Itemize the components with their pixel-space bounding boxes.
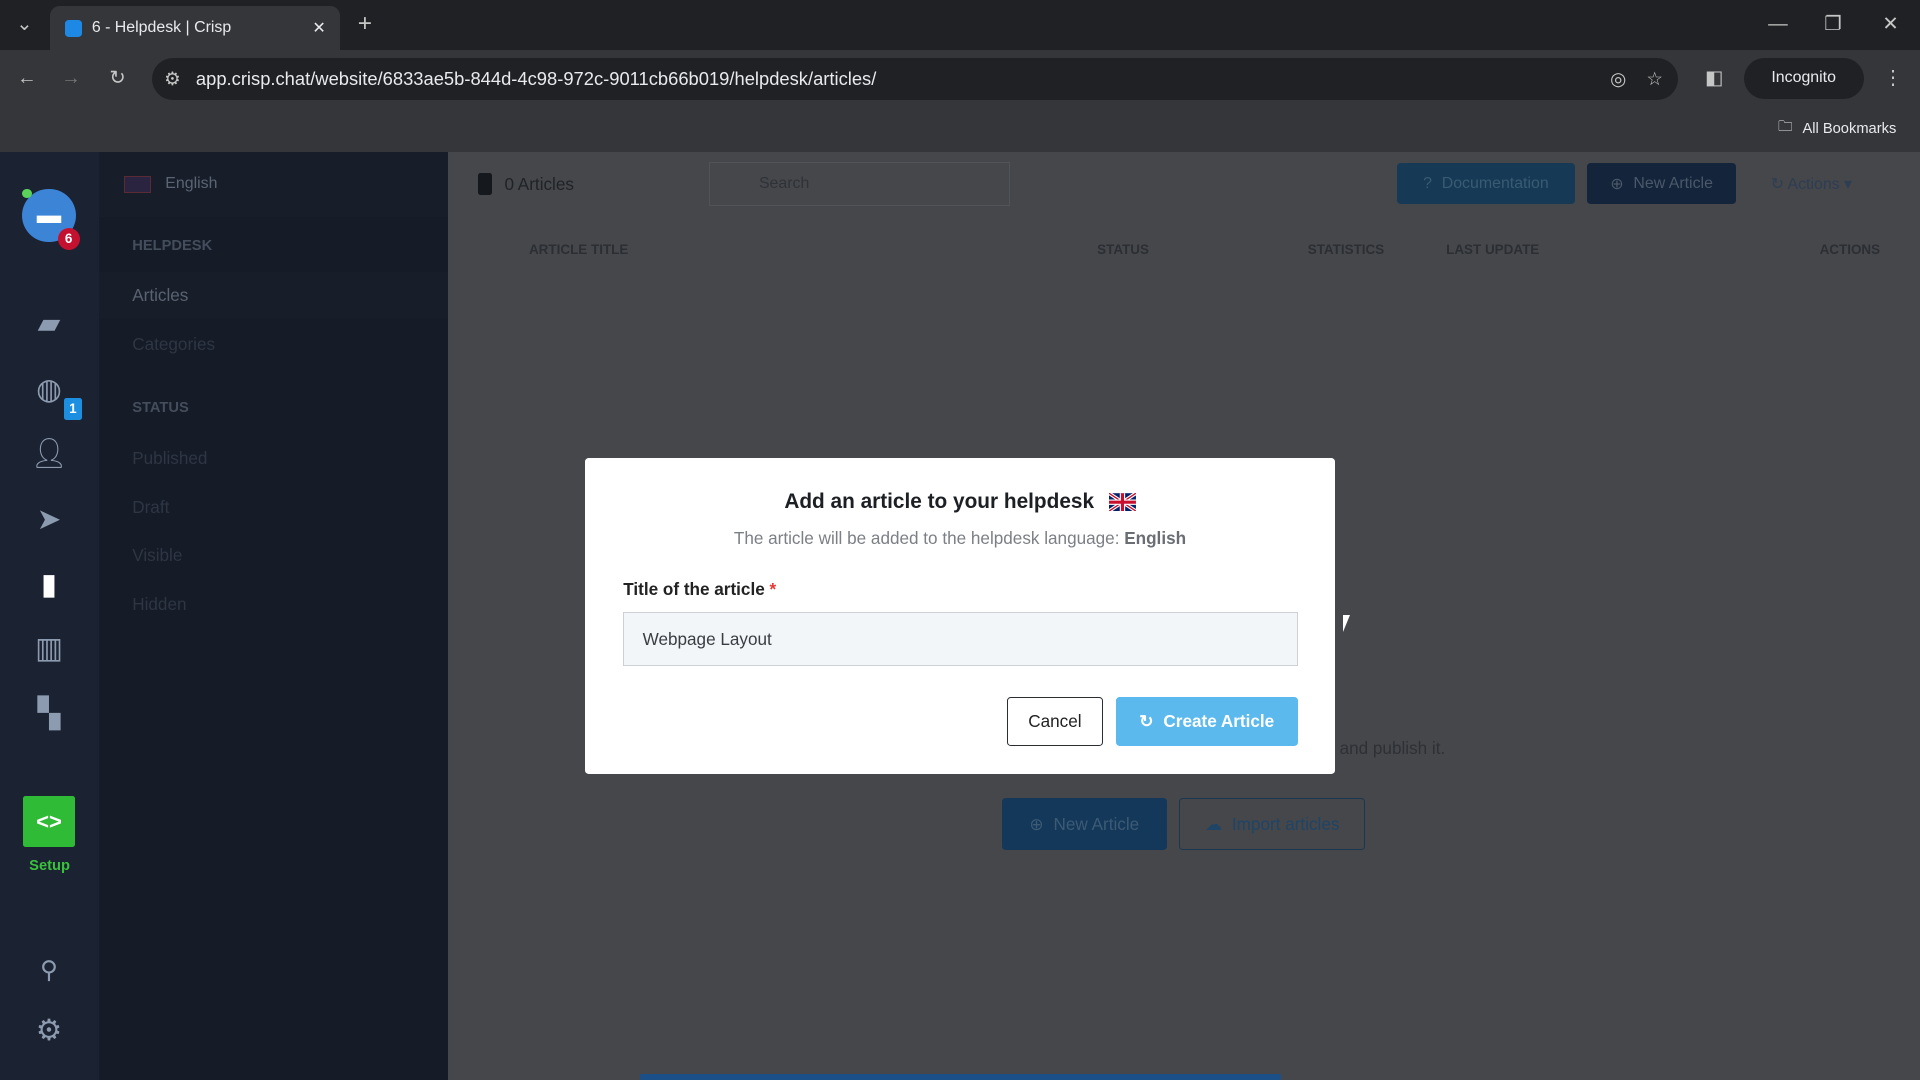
browser-tab-bar: ⌄ 6 - Helpdesk | Crisp ✕ + — ❐ ✕ xyxy=(0,0,1920,51)
reload-icon[interactable]: ↻ xyxy=(100,61,134,95)
plugins-icon[interactable]: ▚ xyxy=(29,694,68,733)
settings-gear-icon[interactable]: ⚙ xyxy=(29,1011,68,1050)
inbox-icon[interactable]: ▰ xyxy=(29,304,68,343)
import-articles-button[interactable]: ☁ Import articles xyxy=(1179,798,1366,850)
setup-code-icon[interactable]: <> xyxy=(23,795,75,848)
uk-flag-icon xyxy=(123,175,151,193)
column-article-title[interactable]: ARTICLE TITLE xyxy=(529,242,628,257)
spinner-icon: ↻ xyxy=(1139,710,1154,731)
cancel-label: Cancel xyxy=(1028,710,1082,731)
add-article-modal: Add an article to your helpdesk The arti… xyxy=(585,457,1335,774)
cloud-upload-icon: ☁ xyxy=(1205,813,1223,834)
subtitle-text: The article will be added to the helpdes… xyxy=(733,527,1120,548)
helpdesk-icon[interactable]: ▮ xyxy=(29,564,68,603)
documentation-button[interactable]: ? Documentation xyxy=(1397,162,1575,205)
site-info-icon[interactable]: ⚙ xyxy=(164,68,180,90)
back-icon[interactable]: ← xyxy=(10,61,44,95)
new-tab-icon[interactable]: + xyxy=(348,7,382,41)
empty-new-article-button[interactable]: ⊕ New Article xyxy=(1001,798,1167,850)
article-title-input[interactable]: Webpage Layout xyxy=(623,612,1298,667)
modal-subtitle: The article will be added to the helpdes… xyxy=(585,528,1334,549)
subtitle-language: English xyxy=(1124,527,1187,548)
loading-bar xyxy=(640,1073,1281,1080)
restore-icon[interactable]: ❐ xyxy=(1816,7,1850,41)
empty-new-article-label: New Article xyxy=(1053,813,1140,834)
column-statistics[interactable]: STATISTICS xyxy=(1308,242,1384,257)
all-bookmarks[interactable]: 🗀 All Bookmarks xyxy=(1778,116,1896,141)
setup-label[interactable]: Setup xyxy=(0,858,99,874)
sidebar-item-draft[interactable]: Draft xyxy=(132,497,169,518)
sidebar-item-visible[interactable]: Visible xyxy=(132,545,182,566)
column-last-update[interactable]: LAST UPDATE xyxy=(1446,242,1539,257)
tab-title: 6 - Helpdesk | Crisp xyxy=(91,19,232,37)
required-mark: * xyxy=(769,579,777,600)
globe-icon[interactable]: ◍ xyxy=(29,370,68,409)
column-status[interactable]: STATUS xyxy=(1097,242,1149,257)
article-title-value: Webpage Layout xyxy=(642,628,772,649)
new-article-label: New Article xyxy=(1633,174,1713,192)
search-input[interactable]: Search xyxy=(708,161,1011,206)
close-tab-icon[interactable]: ✕ xyxy=(312,18,325,38)
app-rail: ▬ 6 ▰ ◍ 1 👤︎ ➤ ▮ ▥ ▚ <> Setup ⚲ ⚙ xyxy=(0,151,100,1080)
article-count: 0 Articles xyxy=(504,173,574,194)
language-label: English xyxy=(165,175,218,193)
actions-label: Actions xyxy=(1787,175,1840,193)
folder-icon: 🗀 xyxy=(1777,119,1793,136)
new-article-button[interactable]: ⊕ New Article xyxy=(1586,162,1737,205)
documentation-label: Documentation xyxy=(1441,174,1549,192)
refresh-icon: ↻ xyxy=(1770,175,1788,193)
create-article-label: Create Article xyxy=(1163,710,1275,731)
online-indicator xyxy=(22,188,32,199)
help-icon: ? xyxy=(1423,174,1432,192)
contacts-icon[interactable]: 👤︎ xyxy=(29,435,68,474)
cancel-button[interactable]: Cancel xyxy=(1006,696,1104,746)
tab-search-icon[interactable]: ⌄ xyxy=(7,7,41,41)
create-article-button[interactable]: ↻ Create Article xyxy=(1115,696,1298,746)
analytics-icon[interactable]: ▥ xyxy=(29,629,68,668)
bookmarks-bar: 🗀 All Bookmarks xyxy=(0,107,1920,152)
menu-icon[interactable]: ⋮ xyxy=(1876,61,1910,95)
star-icon[interactable]: ☆ xyxy=(1646,68,1662,90)
articles-book-icon xyxy=(477,172,493,195)
url-text: app.crisp.chat/website/6833ae5b-844d-4c9… xyxy=(195,67,877,89)
import-articles-label: Import articles xyxy=(1231,813,1340,834)
uk-flag-icon xyxy=(1108,492,1136,511)
globe-badge: 1 xyxy=(63,397,83,420)
browser-tab[interactable]: 6 - Helpdesk | Crisp ✕ xyxy=(50,6,341,51)
search-icon[interactable]: ⚲ xyxy=(29,950,68,989)
plus-circle-icon: ⊕ xyxy=(1029,813,1044,834)
incognito-indicator[interactable]: Incognito xyxy=(1743,57,1864,100)
unread-badge: 6 xyxy=(57,227,80,250)
minimize-icon[interactable]: — xyxy=(1761,7,1795,41)
helpdesk-heading: HELPDESK xyxy=(132,237,213,254)
all-bookmarks-label: All Bookmarks xyxy=(1802,120,1897,137)
incognito-label: Incognito xyxy=(1771,69,1836,87)
forward-icon[interactable]: → xyxy=(54,61,88,95)
column-actions: ACTIONS xyxy=(1819,242,1881,258)
empty-state-text: and publish it. xyxy=(1339,738,1446,759)
title-field-label: Title of the article * xyxy=(623,579,776,600)
actions-dropdown[interactable]: ↻ Actions ▾ xyxy=(1771,174,1852,194)
close-window-icon[interactable]: ✕ xyxy=(1873,7,1907,41)
field-label-text: Title of the article xyxy=(623,579,765,600)
crisp-favicon-icon xyxy=(64,19,83,37)
sidebar-item-hidden[interactable]: Hidden xyxy=(132,594,186,615)
sidebar-item-articles[interactable]: Articles xyxy=(132,285,188,306)
campaigns-icon[interactable]: ➤ xyxy=(29,500,68,539)
eye-off-icon[interactable]: ◎ xyxy=(1610,68,1626,90)
mouse-cursor xyxy=(1343,614,1350,632)
search-placeholder: Search xyxy=(758,174,810,192)
plus-circle-icon: ⊕ xyxy=(1610,175,1624,193)
sidebar-item-categories[interactable]: Categories xyxy=(132,334,215,355)
status-heading: STATUS xyxy=(132,400,189,417)
helpdesk-sidebar: English HELPDESK Articles Categories STA… xyxy=(99,151,449,1080)
sidebar-item-published[interactable]: Published xyxy=(132,448,207,469)
address-bar[interactable]: ⚙ app.crisp.chat/website/6833ae5b-844d-4… xyxy=(151,57,1678,101)
language-selector[interactable]: English xyxy=(99,151,449,217)
side-panel-icon[interactable]: ◧ xyxy=(1697,61,1731,95)
modal-title: Add an article to your helpdesk xyxy=(784,489,1095,513)
